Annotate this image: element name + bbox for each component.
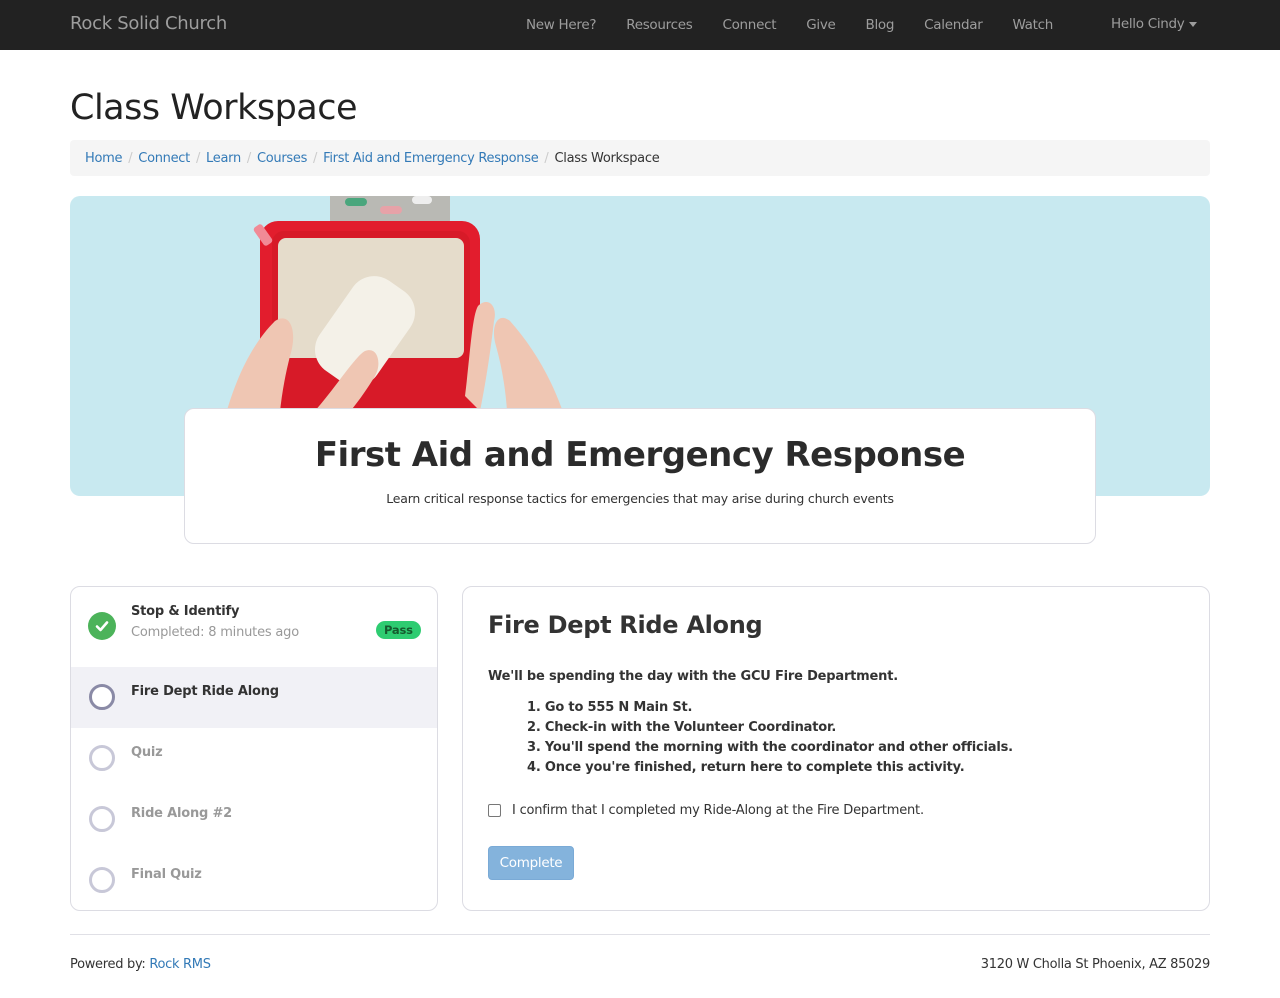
breadcrumb-separator: / — [128, 150, 133, 166]
activity-item-quiz[interactable]: Quiz — [71, 728, 437, 789]
top-navbar: Rock Solid Church New Here? Resources Co… — [0, 0, 1280, 50]
rock-rms-link[interactable]: Rock RMS — [149, 957, 211, 972]
course-header-card: First Aid and Emergency Response Learn c… — [184, 408, 1096, 544]
activity-title: Final Quiz — [131, 867, 202, 882]
nav-link-give[interactable]: Give — [791, 17, 850, 33]
activity-steps: 1. Go to 555 N Main St. 2. Check-in with… — [527, 698, 1013, 778]
circle-outline-icon — [88, 866, 116, 894]
breadcrumb-home[interactable]: Home — [85, 151, 123, 166]
nav-link-connect[interactable]: Connect — [707, 17, 791, 33]
activity-heading: Fire Dept Ride Along — [488, 611, 763, 639]
footer-powered-by: Powered by: Rock RMS — [70, 957, 211, 972]
breadcrumb-learn[interactable]: Learn — [206, 151, 241, 166]
breadcrumb-separator: / — [313, 150, 318, 166]
breadcrumb-course[interactable]: First Aid and Emergency Response — [323, 151, 539, 166]
activity-list: Stop & Identify Completed: 8 minutes ago… — [70, 586, 438, 911]
activity-item-fire-dept-ride-along[interactable]: Fire Dept Ride Along — [71, 667, 437, 728]
activity-step: 4. Once you're finished, return here to … — [527, 760, 965, 775]
activity-title: Fire Dept Ride Along — [131, 684, 279, 699]
activity-step: 1. Go to 555 N Main St. — [527, 700, 693, 715]
activity-intro: We'll be spending the day with the GCU F… — [488, 669, 898, 684]
nav-link-watch[interactable]: Watch — [997, 17, 1068, 33]
breadcrumb-connect[interactable]: Connect — [138, 151, 190, 166]
brand-logo[interactable]: Rock Solid Church — [70, 13, 227, 34]
nav-link-calendar[interactable]: Calendar — [909, 17, 997, 33]
activity-item-final-quiz[interactable]: Final Quiz — [71, 850, 437, 910]
breadcrumb-separator: / — [544, 150, 549, 166]
footer-divider — [70, 934, 1210, 935]
caret-down-icon — [1188, 22, 1197, 27]
activity-title: Quiz — [131, 745, 163, 760]
activity-title: Stop & Identify — [131, 604, 240, 619]
circle-outline-icon — [88, 805, 116, 833]
breadcrumb: Home / Connect / Learn / Courses / First… — [70, 140, 1210, 176]
confirm-completion-field[interactable]: I confirm that I completed my Ride-Along… — [488, 803, 924, 818]
breadcrumb-separator: / — [246, 150, 251, 166]
user-greeting: Hello Cindy — [1111, 16, 1185, 32]
nav-links: New Here? Resources Connect Give Blog Ca… — [511, 0, 1068, 50]
activity-title: Ride Along #2 — [131, 806, 232, 821]
activity-content-panel: Fire Dept Ride Along We'll be spending t… — [462, 586, 1210, 911]
breadcrumb-courses[interactable]: Courses — [257, 151, 307, 166]
nav-link-blog[interactable]: Blog — [851, 17, 910, 33]
confirm-label: I confirm that I completed my Ride-Along… — [512, 803, 924, 818]
course-description: Learn critical response tactics for emer… — [386, 491, 894, 506]
complete-button[interactable]: Complete — [488, 846, 574, 880]
activity-step: 2. Check-in with the Volunteer Coordinat… — [527, 720, 837, 735]
breadcrumb-current: Class Workspace — [554, 150, 660, 166]
nav-link-resources[interactable]: Resources — [611, 17, 707, 33]
activity-completed-time: Completed: 8 minutes ago — [131, 625, 299, 640]
page-title: Class Workspace — [70, 88, 358, 128]
nav-link-new-here[interactable]: New Here? — [511, 17, 611, 33]
pass-badge: Pass — [376, 621, 421, 639]
user-menu-dropdown[interactable]: Hello Cindy — [1111, 16, 1197, 32]
activity-step: 3. You'll spend the morning with the coo… — [527, 740, 1013, 755]
footer-address: 3120 W Cholla St Phoenix, AZ 85029 — [980, 957, 1211, 972]
circle-outline-icon — [88, 683, 116, 711]
course-title: First Aid and Emergency Response — [314, 435, 966, 475]
check-circle-icon — [88, 612, 116, 640]
activity-item-ride-along-2[interactable]: Ride Along #2 — [71, 789, 437, 850]
activity-item-stop-identify[interactable]: Stop & Identify Completed: 8 minutes ago… — [71, 587, 437, 667]
circle-outline-icon — [88, 744, 116, 772]
powered-by-label: Powered by: — [70, 957, 150, 972]
breadcrumb-separator: / — [195, 150, 201, 166]
confirm-checkbox[interactable] — [488, 804, 501, 817]
